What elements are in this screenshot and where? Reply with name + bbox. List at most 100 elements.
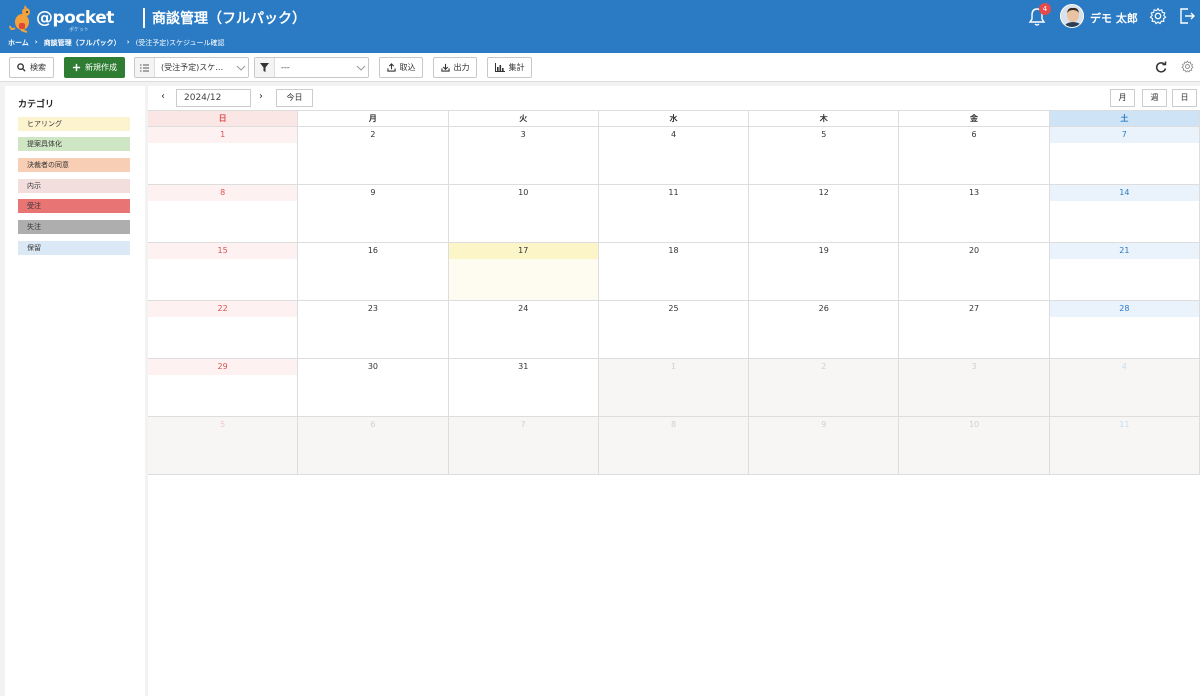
day-number: 10 (518, 188, 529, 197)
category-item[interactable]: 内示 (18, 179, 130, 193)
category-item[interactable]: 失注 (18, 220, 130, 234)
filter-select[interactable]: --- (254, 57, 369, 78)
calendar-day-cell[interactable]: 13 (899, 185, 1050, 243)
next-month-button[interactable]: › (259, 91, 269, 105)
app-logo[interactable]: @pocket ポケット (9, 5, 119, 33)
new-record-button[interactable]: 新規作成 (64, 57, 125, 78)
search-button[interactable]: 検索 (9, 57, 54, 78)
calendar-day-cell[interactable]: 26 (749, 301, 900, 359)
refresh-icon[interactable] (1154, 60, 1168, 74)
calendar-day-cell[interactable]: 25 (598, 301, 750, 359)
calendar-day-cell[interactable]: 9 (298, 185, 449, 243)
calendar-day-cell[interactable]: 5 (148, 417, 299, 475)
calendar-day-cell[interactable]: 7 (1049, 127, 1200, 185)
day-number: 2 (370, 130, 376, 139)
day-number: 20 (968, 246, 980, 255)
logout-icon[interactable] (1179, 7, 1195, 25)
view-select[interactable]: (受注予定)スケ… (134, 57, 249, 78)
day-number: 5 (220, 420, 226, 429)
calendar-day-cell[interactable]: 22 (148, 301, 299, 359)
calendar-day-cell[interactable]: 10 (448, 185, 599, 243)
weekday-header: 土 (1049, 111, 1200, 127)
category-item[interactable]: ヒアリング (18, 117, 130, 131)
aggregate-button[interactable]: 集計 (487, 57, 532, 78)
calendar-day-cell[interactable]: 12 (749, 185, 900, 243)
calendar-day-cell[interactable]: 11 (1049, 417, 1200, 475)
calendar-day-cell[interactable]: 6 (298, 417, 449, 475)
category-item[interactable]: 受注 (18, 199, 130, 213)
logo-text: @pocket (36, 8, 114, 28)
calendar-day-cell[interactable]: 17 (448, 243, 599, 301)
day-number: 8 (670, 420, 677, 429)
avatar-image (1061, 5, 1083, 27)
day-number: 30 (367, 362, 379, 371)
calendar-day-cell[interactable]: 15 (148, 243, 299, 301)
calendar-day-cell[interactable]: 20 (899, 243, 1050, 301)
calendar-day-cell[interactable]: 1 (598, 359, 750, 417)
user-name[interactable]: デモ 太郎 (1090, 10, 1138, 26)
breadcrumb-home[interactable]: ホーム (8, 38, 29, 48)
calendar-day-cell[interactable]: 30 (298, 359, 449, 417)
title-divider (143, 8, 145, 28)
day-number: 25 (668, 304, 679, 313)
category-item[interactable]: 保留 (18, 241, 130, 255)
view-select-value: (受注予定)スケ… (161, 63, 224, 72)
prev-month-button[interactable]: ‹ (161, 91, 171, 105)
calendar-day-cell[interactable]: 29 (148, 359, 299, 417)
user-avatar[interactable] (1060, 4, 1084, 28)
calendar-day-cell[interactable]: 4 (598, 127, 750, 185)
calendar-day-cell[interactable]: 6 (899, 127, 1050, 185)
week-view-button[interactable]: 週 (1142, 89, 1167, 107)
month-view-button[interactable]: 月 (1110, 89, 1135, 107)
day-number: 11 (668, 188, 679, 197)
category-item[interactable]: 提案具体化 (18, 137, 130, 151)
day-view-button[interactable]: 日 (1172, 89, 1197, 107)
day-number: 11 (1119, 420, 1130, 429)
today-button[interactable]: 今日 (276, 89, 313, 107)
day-number: 7 (520, 420, 526, 429)
month-input[interactable]: 2024/12 (176, 89, 251, 107)
calendar-day-cell[interactable]: 28 (1049, 301, 1200, 359)
day-number: 18 (668, 246, 679, 255)
calendar-day-cell[interactable]: 3 (899, 359, 1050, 417)
export-button[interactable]: 出力 (433, 57, 477, 78)
plus-icon (72, 63, 81, 72)
calendar-day-cell[interactable]: 2 (298, 127, 449, 185)
settings-gear-icon[interactable] (1149, 7, 1167, 25)
search-button-label: 検索 (30, 63, 46, 72)
calendar-day-cell[interactable]: 16 (298, 243, 449, 301)
calendar-day-cell[interactable]: 24 (448, 301, 599, 359)
breadcrumb-separator: › (126, 38, 130, 46)
calendar-day-cell[interactable]: 10 (899, 417, 1050, 475)
day-number: 2 (821, 362, 827, 371)
calendar-day-cell[interactable]: 8 (148, 185, 299, 243)
search-icon (17, 63, 26, 72)
day-number: 9 (370, 188, 376, 197)
calendar-day-cell[interactable]: 11 (598, 185, 750, 243)
calendar-day-cell[interactable]: 5 (749, 127, 900, 185)
category-item[interactable]: 決裁者の同意 (18, 158, 130, 172)
calendar-day-cell[interactable]: 27 (899, 301, 1050, 359)
chevron-down-icon (236, 65, 246, 71)
calendar-day-cell[interactable]: 8 (598, 417, 750, 475)
breadcrumb-section[interactable]: 商談管理（フルパック） (44, 38, 121, 48)
calendar-day-cell[interactable]: 31 (448, 359, 599, 417)
settings-gear-icon[interactable] (1181, 60, 1194, 73)
calendar-day-cell[interactable]: 19 (749, 243, 900, 301)
download-icon (440, 63, 450, 72)
calendar-day-cell[interactable]: 2 (749, 359, 900, 417)
calendar-panel: ‹ 2024/12 › 今日 月 週 日 日月火水木金土 1 2 3 4 5 6 7 8 9 10… (148, 86, 1200, 696)
calendar-day-cell[interactable]: 21 (1049, 243, 1200, 301)
calendar-day-cell[interactable]: 9 (749, 417, 900, 475)
calendar-day-cell[interactable]: 4 (1049, 359, 1200, 417)
calendar-day-cell[interactable]: 7 (448, 417, 599, 475)
import-button[interactable]: 取込 (379, 57, 423, 78)
day-number: 6 (971, 130, 977, 139)
calendar-day-cell[interactable]: 23 (298, 301, 449, 359)
calendar-day-cell[interactable]: 18 (598, 243, 750, 301)
day-number: 17 (448, 243, 598, 259)
kangaroo-icon (9, 5, 30, 33)
calendar-day-cell[interactable]: 3 (448, 127, 599, 185)
calendar-day-cell[interactable]: 1 (148, 127, 299, 185)
calendar-day-cell[interactable]: 14 (1049, 185, 1200, 243)
